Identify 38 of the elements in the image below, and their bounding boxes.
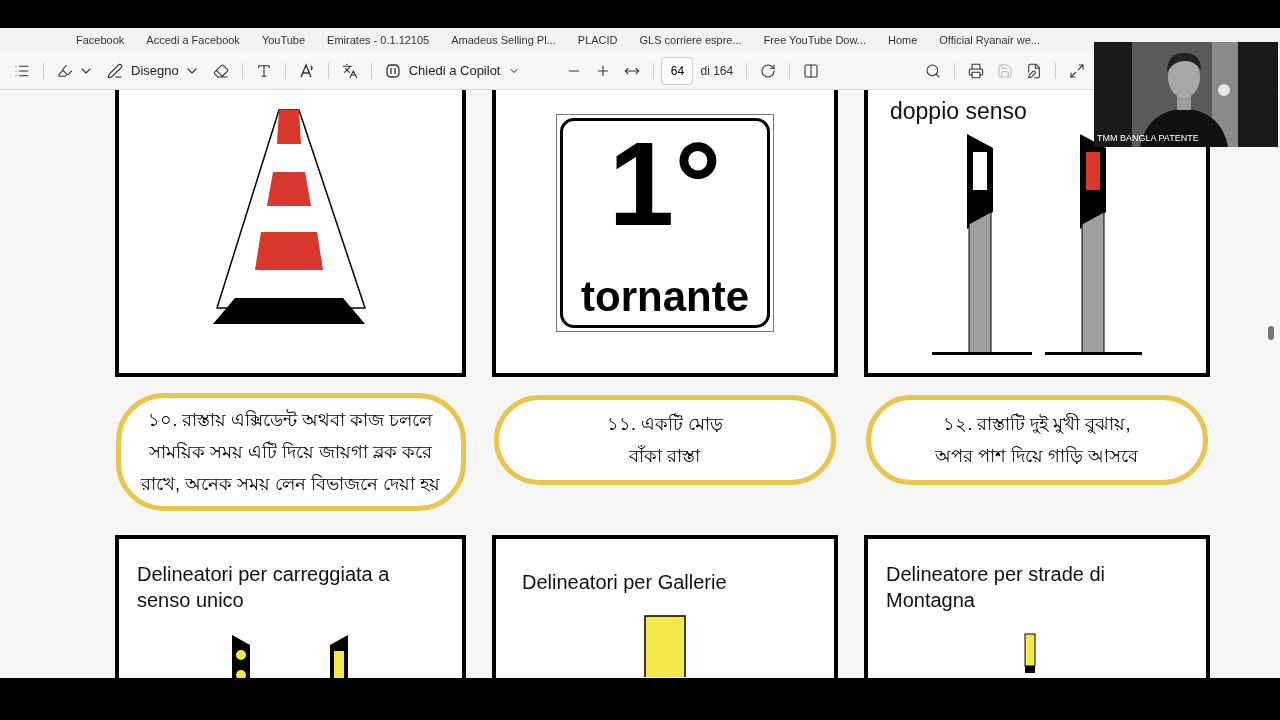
card-title: doppio senso [890,98,1028,124]
copilot-button[interactable]: Chiedi a Copilot [384,60,521,81]
card-title: Delineatori per carreggiata a senso unico [137,562,391,613]
bookmark-link[interactable]: Free YouTube Dow... [763,31,866,49]
page-number-field[interactable]: 64 [661,56,694,85]
page-view-icon[interactable] [803,62,820,79]
webcam-label: TMM BANGLA PATENTE [1097,131,1199,145]
highlighter-icon[interactable] [57,62,73,79]
text-icon[interactable] [255,62,272,79]
caption-bubble: ১১. একটি মোড় বাঁকা রাস্তা [494,395,836,485]
read-aloud-icon[interactable] [298,62,315,79]
eraser-icon[interactable] [212,62,229,79]
search-icon[interactable] [925,62,942,79]
bookmark-link[interactable]: GLS corriere espre... [639,31,742,49]
pen-icon [107,62,123,79]
bookmark-link[interactable]: Facebook [76,31,125,49]
bookmark-link[interactable]: YouTube [261,31,306,49]
bookmark-link[interactable]: Amadeus Selling Pl... [451,31,556,49]
translate-icon[interactable] [341,62,358,79]
bookmark-link[interactable]: Home [887,31,918,49]
rotate-icon[interactable] [760,62,777,79]
sign-number: 1° [608,125,722,243]
caption-bubble: ১০. রাস্তায় এক্সিডেন্ট অথবা কাজ চললে সাময়িক সময় এটি দিয়ে জায়গা ব্লক করে রাখে, অনেক সময় লেন বিভাজনে দেয়া হয় [115,393,466,511]
bookmark-link[interactable]: Emirates - 0.1.12105 [327,31,430,49]
print-icon[interactable] [968,62,985,79]
draw-button[interactable]: Disegno [107,60,179,81]
expand-icon[interactable] [1069,62,1086,79]
caption-bubble: ১২. রাস্তাটি দুই মুখী বুঝায়, অপর পাশ দিয়ে গাড়ি আসবে [866,395,1208,485]
bookmark-link[interactable]: Official Ryanair we... [939,31,1040,49]
scrollbar-thumb[interactable] [1268,326,1274,340]
card-title: Delineatore per strade di Montagna [886,562,1106,613]
card-title: Delineatori per Gallerie [522,570,728,595]
mountain-delineator-drawing [1024,633,1036,673]
bookmark-link[interactable]: Accedi a Facebook [146,31,240,49]
sign-text: tornante [581,275,749,319]
page-total: di 164 [700,62,734,80]
save-as-icon[interactable] [1026,62,1043,79]
bookmark-link[interactable]: PLACID [577,31,618,49]
